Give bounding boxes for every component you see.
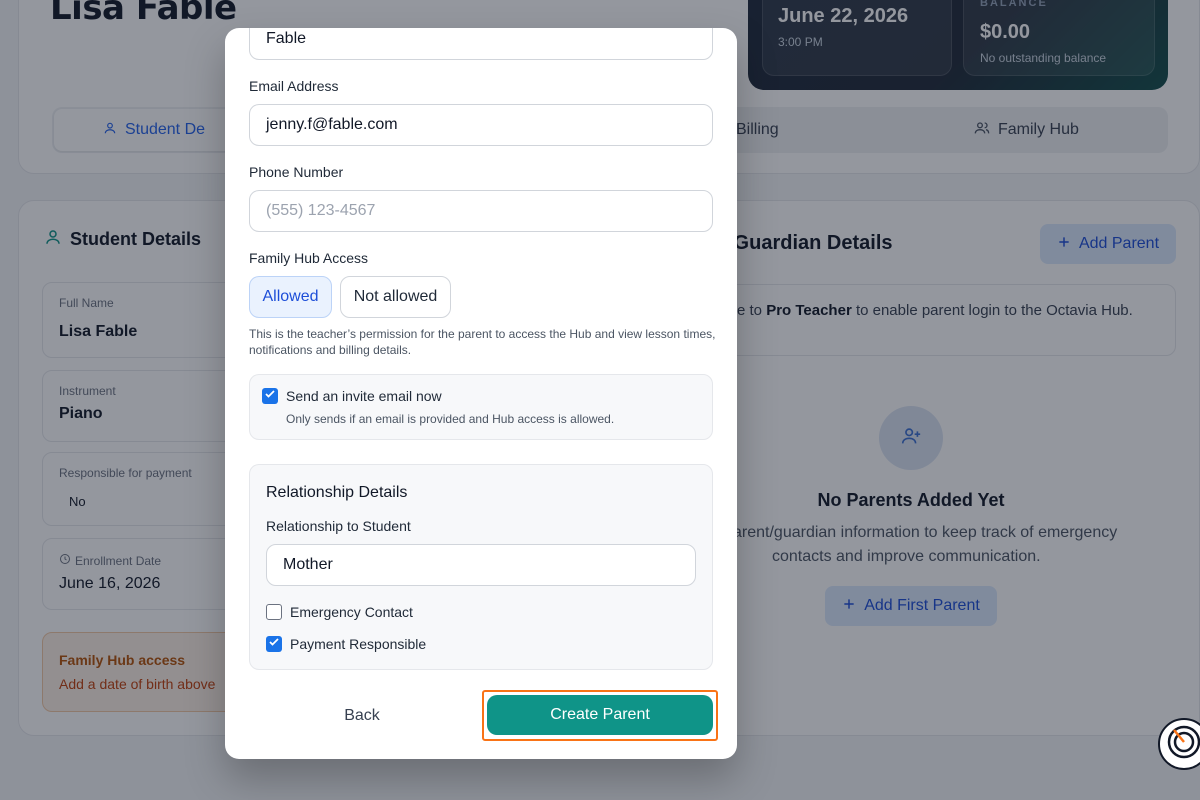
relationship-label: Relationship to Student bbox=[266, 518, 411, 534]
last-name-input[interactable]: Fable bbox=[249, 28, 713, 60]
send-invite-checkbox[interactable] bbox=[262, 388, 278, 404]
emergency-contact-checkbox[interactable] bbox=[266, 604, 282, 620]
invite-email-box bbox=[249, 374, 713, 440]
phone-input[interactable]: (555) 123-4567 bbox=[249, 190, 713, 232]
create-parent-modal: Fable Email Address jenny.f@fable.com Ph… bbox=[225, 28, 737, 759]
email-label: Email Address bbox=[249, 78, 339, 94]
phone-label: Phone Number bbox=[249, 164, 344, 180]
hub-access-help-text: This is the teacher’s permission for the… bbox=[249, 327, 716, 357]
hub-access-not-allowed-option[interactable]: Not allowed bbox=[340, 276, 451, 318]
relationship-details-title: Relationship Details bbox=[266, 484, 408, 501]
checkmark-icon bbox=[268, 635, 280, 653]
payment-responsible-checkbox[interactable] bbox=[266, 636, 282, 652]
email-input[interactable]: jenny.f@fable.com bbox=[249, 104, 713, 146]
back-button[interactable]: Back bbox=[265, 696, 459, 736]
create-parent-button[interactable]: Create Parent bbox=[487, 695, 713, 735]
send-invite-label: Send an invite email now bbox=[286, 388, 442, 404]
hub-access-label: Family Hub Access bbox=[249, 250, 369, 266]
payment-responsible-label: Payment Responsible bbox=[290, 636, 427, 652]
send-invite-hint: Only sends if an email is provided and H… bbox=[286, 412, 615, 426]
target-logo-icon bbox=[1166, 724, 1200, 765]
relationship-input[interactable]: Mother bbox=[266, 544, 696, 586]
hub-access-allowed-option[interactable]: Allowed bbox=[249, 276, 332, 318]
checkmark-icon bbox=[264, 387, 276, 405]
emergency-contact-label: Emergency Contact bbox=[290, 604, 413, 620]
